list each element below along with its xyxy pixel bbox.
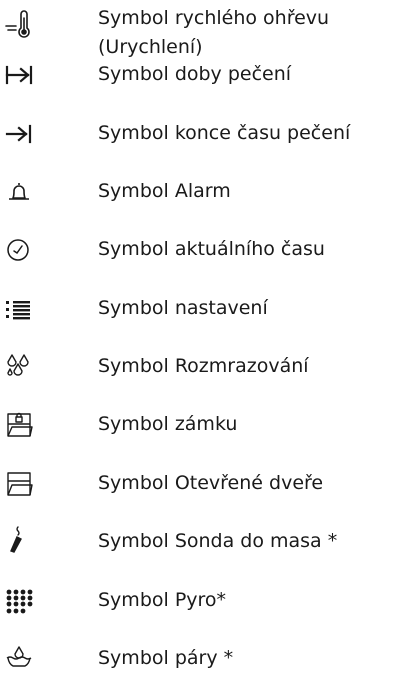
clock-icon bbox=[4, 235, 34, 265]
pyrolysis-dots-icon bbox=[4, 586, 34, 616]
legend-label: Symbol nastavení bbox=[98, 297, 268, 319]
legend-label: Symbol konce času pečení bbox=[98, 122, 351, 144]
legend-label: Symbol Otevřené dveře bbox=[98, 472, 324, 494]
legend-label: Symbol Sonda do masa * bbox=[98, 530, 338, 552]
cooking-end-time-icon bbox=[4, 119, 34, 149]
legend-label: Symbol páry * bbox=[98, 647, 234, 669]
lock-folder-icon bbox=[4, 410, 34, 440]
legend-label: Symbol doby pečení bbox=[98, 63, 292, 85]
legend-label: Symbol aktuálního času bbox=[98, 238, 325, 260]
legend-label: Symbol zámku bbox=[98, 413, 238, 435]
open-door-icon bbox=[4, 469, 34, 499]
legend-label: Symbol Rozmrazování bbox=[98, 355, 309, 377]
rapid-heat-thermometer-icon bbox=[4, 10, 34, 40]
symbol-legend: Symbol rychlého ohřevu (Urychlení) Symbo… bbox=[0, 0, 420, 679]
legend-label-line1: Symbol rychlého ohřevu bbox=[98, 7, 330, 29]
legend-label: Symbol Alarm bbox=[98, 180, 231, 202]
steam-icon bbox=[4, 643, 34, 673]
legend-label: Symbol Pyro* bbox=[98, 589, 227, 611]
meat-probe-icon bbox=[4, 525, 34, 555]
alarm-bell-icon bbox=[4, 177, 34, 207]
legend-label-line2: (Urychlení) bbox=[98, 36, 203, 58]
settings-list-icon bbox=[4, 294, 34, 324]
defrost-drops-icon bbox=[4, 352, 34, 382]
cooking-duration-icon bbox=[4, 60, 34, 90]
